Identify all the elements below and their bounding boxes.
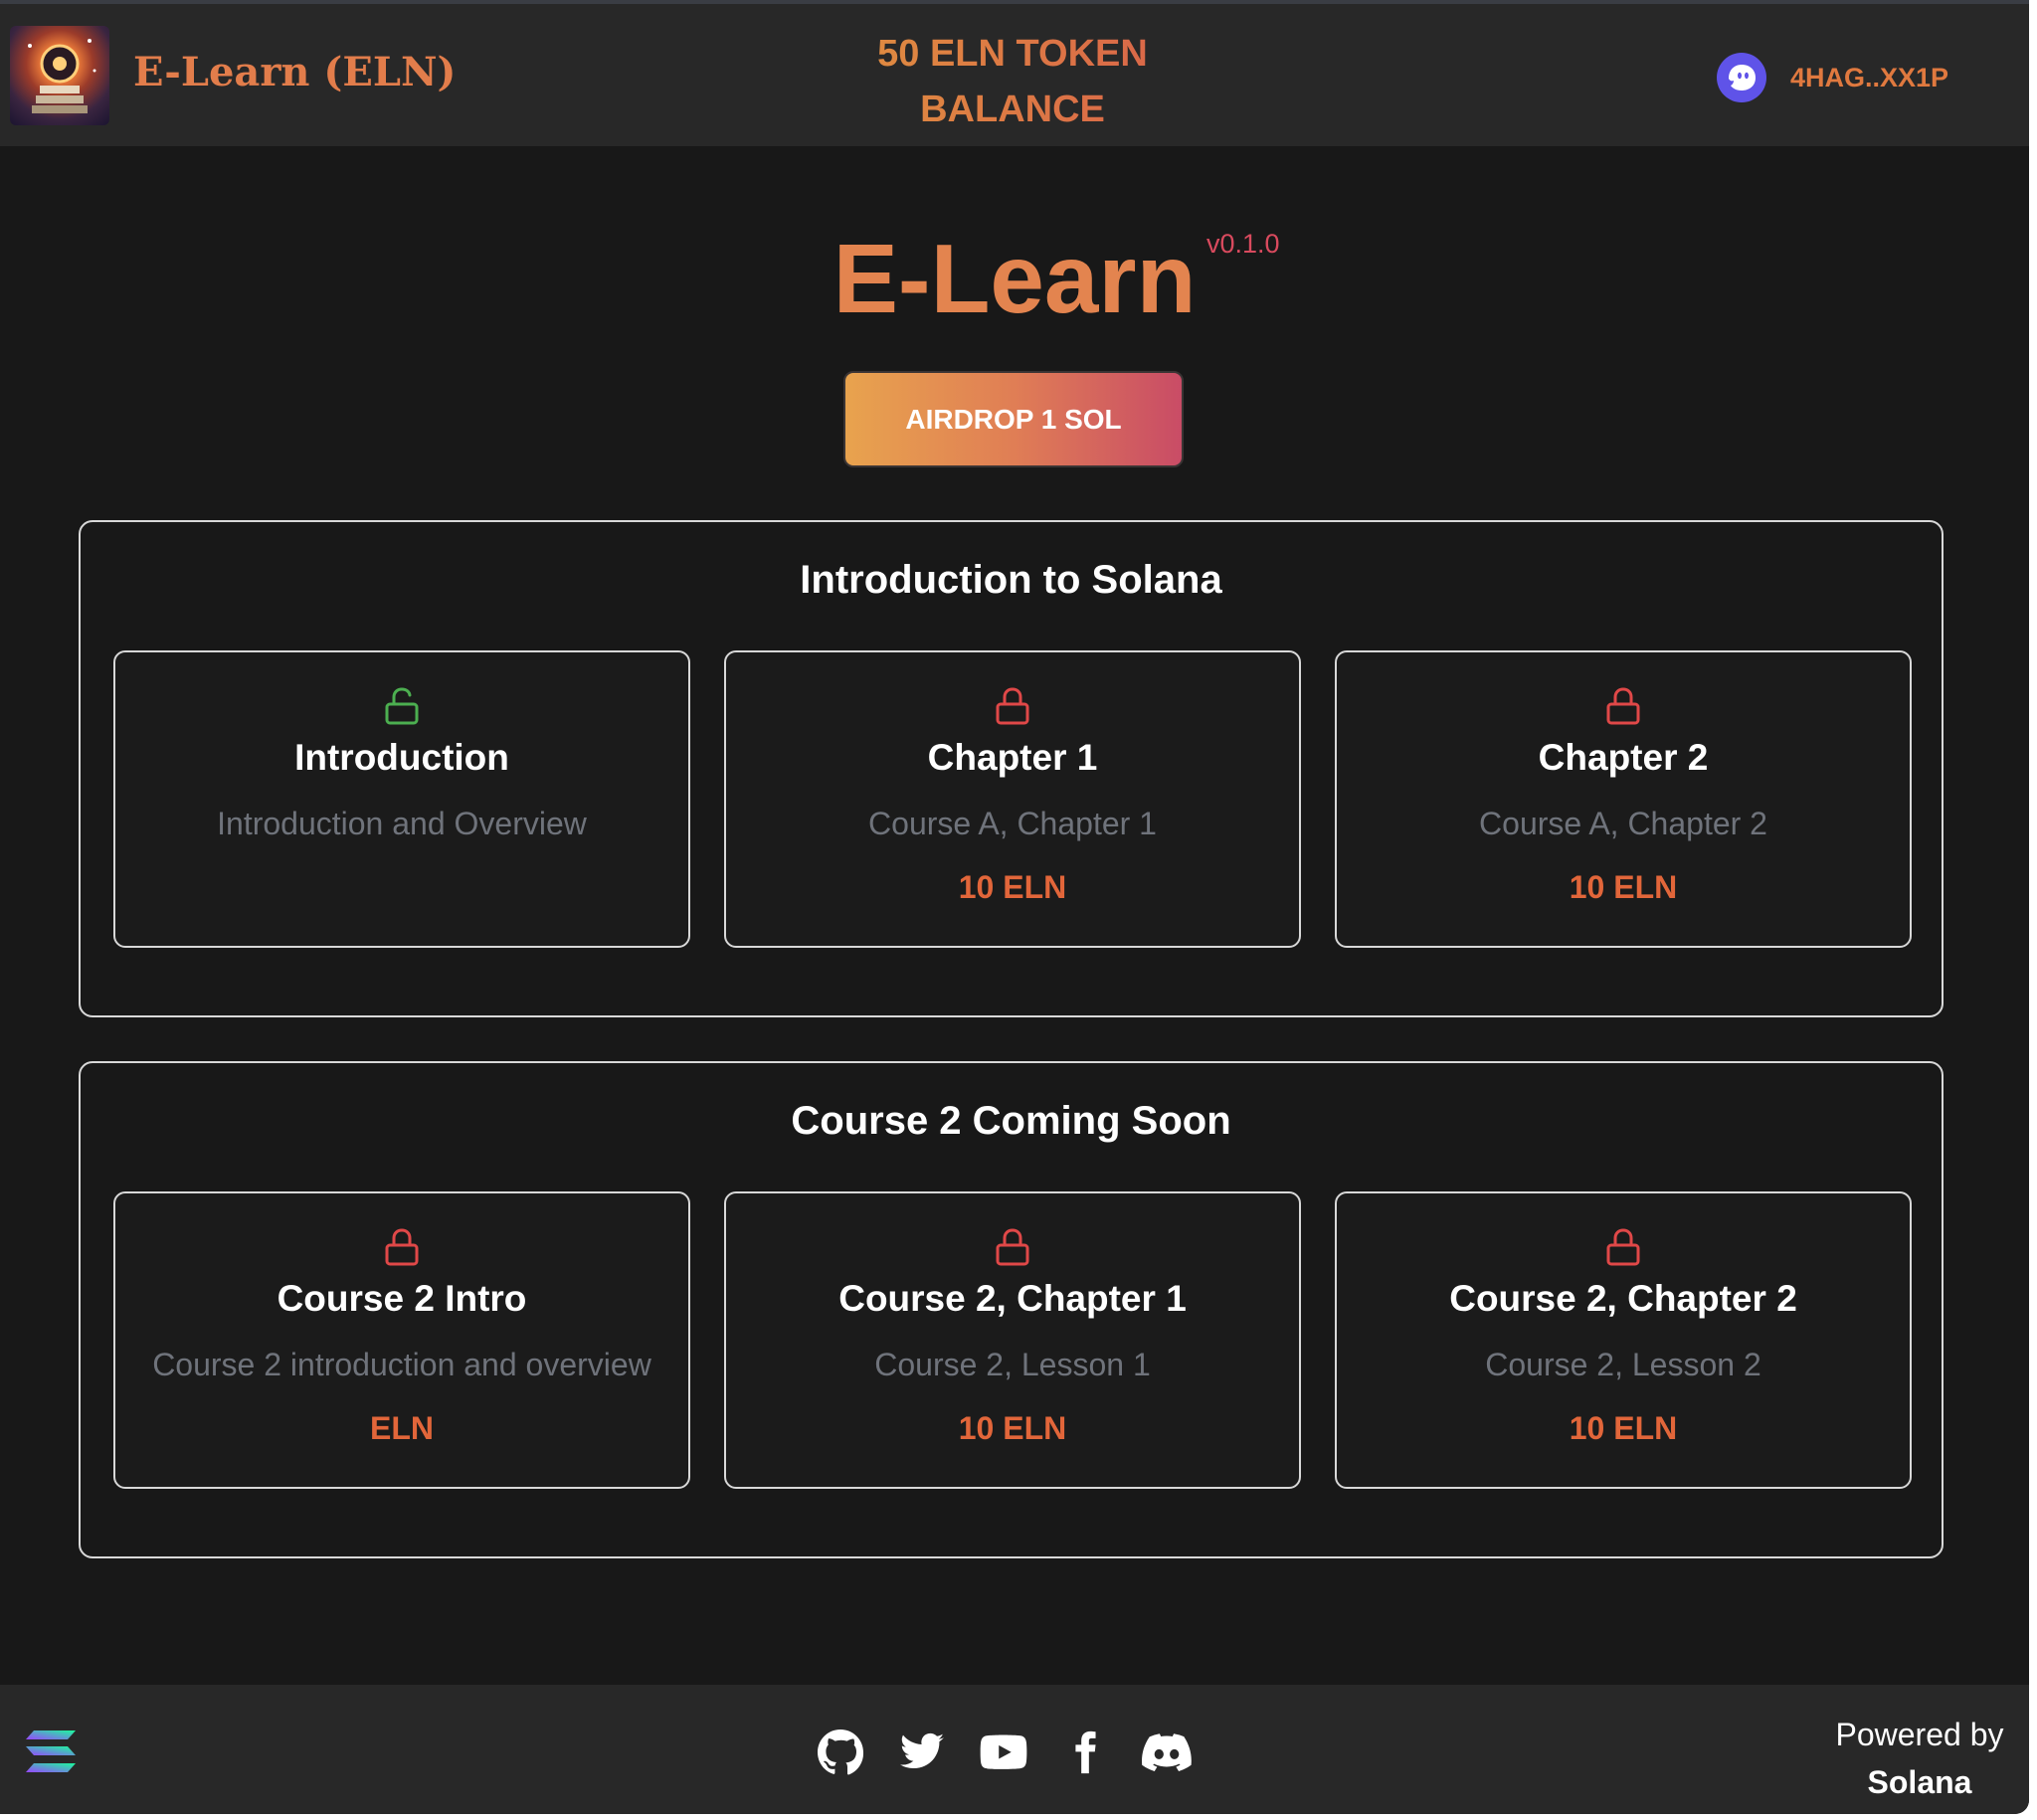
- lesson-card-introduction[interactable]: Introduction Introduction and Overview: [113, 650, 690, 948]
- lesson-title: Course 2, Chapter 1: [838, 1278, 1187, 1319]
- e-learn-logo[interactable]: [10, 26, 109, 125]
- powered-by: Powered by Solana: [1810, 1711, 2029, 1806]
- lock-icon: [996, 687, 1029, 725]
- page-title: E-Learn: [833, 224, 1197, 333]
- section-title: Course 2 Coming Soon: [791, 1099, 1231, 1143]
- lesson-description: Introduction and Overview: [217, 806, 587, 841]
- token-balance: 50 ELN TOKEN BALANCE: [814, 26, 1211, 137]
- lock-icon: [1606, 1228, 1640, 1266]
- lesson-reward: ELN: [370, 1410, 434, 1446]
- youtube-icon[interactable]: [979, 1728, 1028, 1777]
- twitter-icon[interactable]: [897, 1728, 947, 1777]
- lesson-description: Course 2, Lesson 2: [1485, 1347, 1761, 1382]
- github-icon[interactable]: [816, 1728, 865, 1777]
- social-links: [816, 1725, 1192, 1780]
- balance-line-2: BALANCE: [920, 89, 1105, 130]
- lesson-description: Course 2, Lesson 1: [874, 1347, 1151, 1382]
- version-badge: v0.1.0: [1206, 229, 1280, 259]
- discord-icon[interactable]: [1142, 1728, 1192, 1777]
- lesson-title: Chapter 2: [1538, 737, 1709, 778]
- lesson-title: Introduction: [294, 737, 509, 778]
- lesson-card-chapter-1[interactable]: Chapter 1 Course A, Chapter 1 10 ELN: [724, 650, 1301, 948]
- airdrop-button[interactable]: AIRDROP 1 SOL: [843, 371, 1184, 467]
- lesson-description: Course 2 introduction and overview: [152, 1347, 651, 1382]
- app-window: E-Learn (ELN) 50 ELN TOKEN BALANCE 4HAG.…: [0, 0, 2029, 1814]
- lesson-description: Course A, Chapter 1: [868, 806, 1157, 841]
- brand-name: E-Learn (ELN): [133, 49, 457, 95]
- section-title: Introduction to Solana: [800, 558, 1222, 602]
- lesson-reward: 10 ELN: [1569, 869, 1678, 905]
- lesson-reward: 10 ELN: [1569, 1410, 1678, 1446]
- lesson-description: Course A, Chapter 2: [1479, 806, 1767, 841]
- lesson-card-chapter-2[interactable]: Chapter 2 Course A, Chapter 2 10 ELN: [1335, 650, 1912, 948]
- lesson-title: Course 2 Intro: [277, 1278, 527, 1319]
- powered-by-label: Powered by: [1835, 1717, 2004, 1752]
- solana-logo-icon[interactable]: [24, 1729, 78, 1774]
- lock-icon: [1606, 687, 1640, 725]
- header: E-Learn (ELN) 50 ELN TOKEN BALANCE 4HAG.…: [0, 4, 2029, 146]
- powered-by-name[interactable]: Solana: [1810, 1758, 2029, 1806]
- lesson-reward: 10 ELN: [958, 1410, 1067, 1446]
- lesson-title: Chapter 1: [927, 737, 1098, 778]
- facebook-icon[interactable]: [1060, 1728, 1110, 1777]
- footer: Powered by Solana: [0, 1685, 2029, 1814]
- lesson-card-course-2-chapter-2[interactable]: Course 2, Chapter 2 Course 2, Lesson 2 1…: [1335, 1191, 1912, 1489]
- phantom-ghost-icon: [1717, 53, 1766, 102]
- lock-icon: [996, 1228, 1029, 1266]
- lesson-card-course-2-intro[interactable]: Course 2 Intro Course 2 introduction and…: [113, 1191, 690, 1489]
- wallet-address: 4HAG..XX1P: [1790, 62, 1949, 92]
- course-section-solana: Introduction to Solana Introduction Intr…: [79, 520, 1944, 1017]
- balance-line-1: 50 ELN TOKEN: [877, 33, 1148, 75]
- lesson-reward: 10 ELN: [958, 869, 1067, 905]
- course-section-course-2: Course 2 Coming Soon Course 2 Intro Cour…: [79, 1061, 1944, 1558]
- unlock-icon: [385, 687, 419, 725]
- wallet-button[interactable]: 4HAG..XX1P: [1717, 50, 1948, 105]
- lock-icon: [385, 1228, 419, 1266]
- lesson-card-course-2-chapter-1[interactable]: Course 2, Chapter 1 Course 2, Lesson 1 1…: [724, 1191, 1301, 1489]
- lesson-title: Course 2, Chapter 2: [1449, 1278, 1797, 1319]
